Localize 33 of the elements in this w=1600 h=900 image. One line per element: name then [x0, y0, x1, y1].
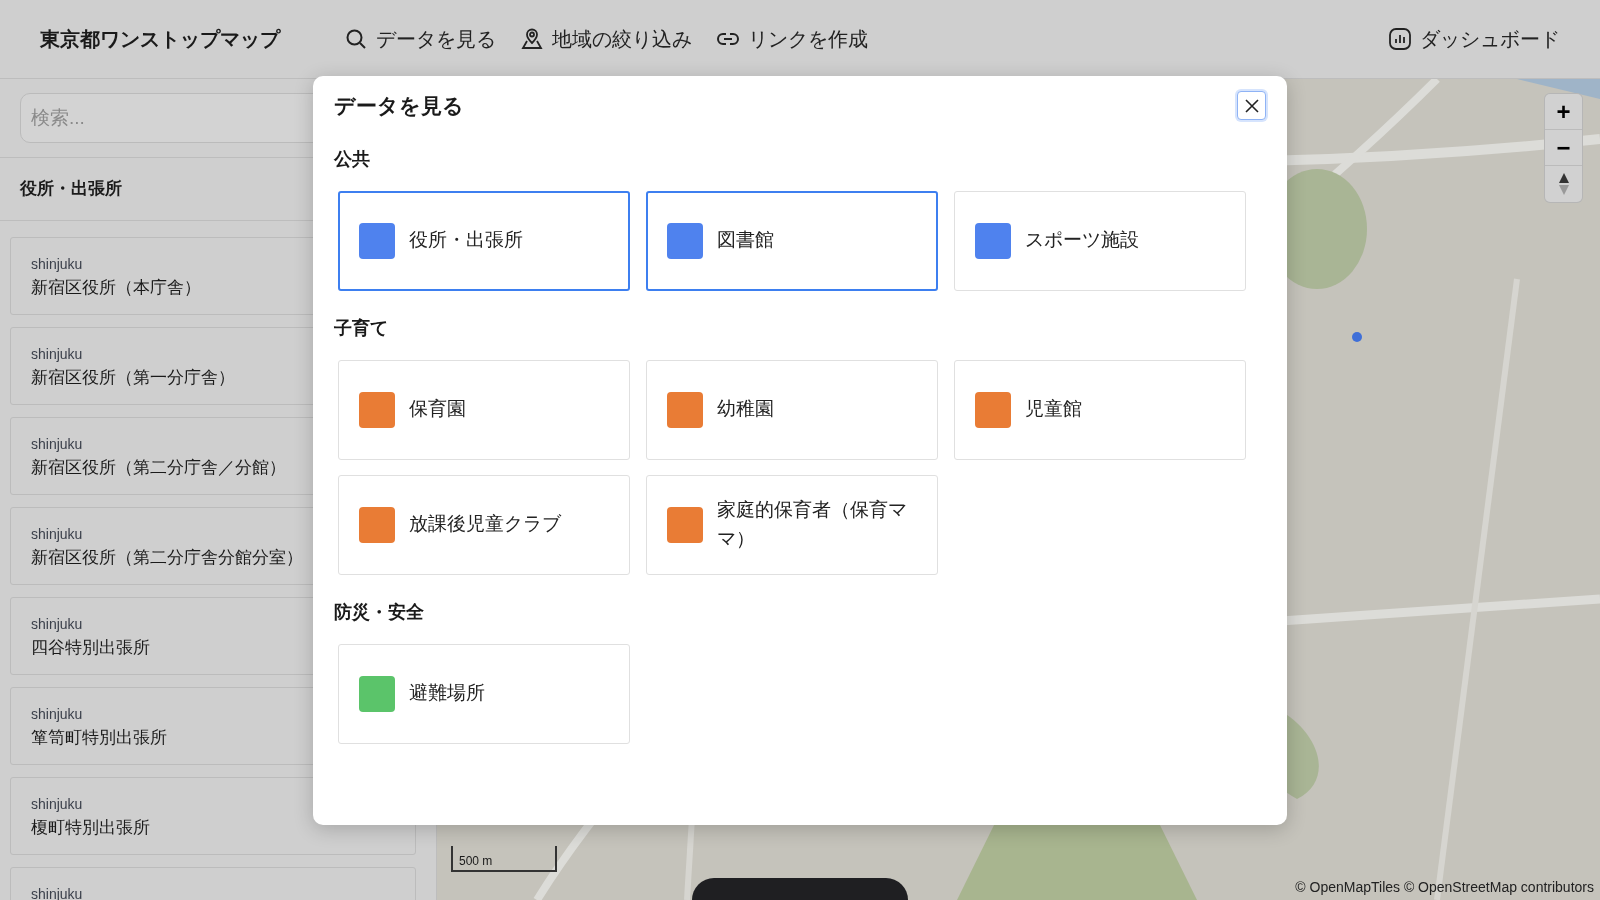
category-tile[interactable]: 児童館 — [954, 359, 1246, 460]
item-name: 新宿区役所（第二分庁舎分館分室） — [31, 546, 304, 569]
modal-title: データを見る — [334, 93, 464, 119]
app-title: 東京都ワンストップマップ — [40, 27, 280, 52]
item-name: 新宿区役所（第一分庁舎） — [31, 366, 236, 389]
item-name: 新宿区役所（本庁舎） — [31, 276, 202, 299]
zoom-button[interactable]: − — [1545, 130, 1582, 166]
item-name: 榎町特別出張所 — [31, 816, 151, 839]
scale-bar: 500 m — [451, 846, 557, 872]
item-name: 新宿区役所（第二分庁舎／分館） — [31, 456, 287, 479]
category-tile[interactable]: 家庭的保育者（保育ママ） — [646, 474, 938, 575]
map-pin-icon — [520, 27, 544, 51]
category-tile[interactable]: 図書館 — [646, 190, 938, 291]
category-tile[interactable]: 幼稚園 — [646, 359, 938, 460]
nav-link[interactable]: 地域の絞り込み — [520, 24, 692, 54]
close-icon — [1244, 98, 1259, 113]
zoom-button[interactable]: + — [1545, 94, 1582, 130]
map-attribution: © OpenMapTiles © OpenStreetMap contributors — [1295, 878, 1594, 897]
item-area: shinjuku — [31, 793, 395, 815]
category-tile[interactable]: 役所・出張所 — [338, 190, 630, 291]
category-tile[interactable]: スポーツ施設 — [954, 190, 1246, 291]
nav-link[interactable]: リンクを作成 — [716, 24, 868, 54]
category-tile[interactable]: 保育園 — [338, 359, 630, 460]
item-name: 四谷特別出張所 — [31, 636, 151, 659]
chart-icon — [1388, 27, 1412, 51]
dashboard-link[interactable]: ダッシュボード — [1388, 24, 1560, 54]
close-button[interactable] — [1237, 91, 1266, 121]
item-name: 箪笥町特別出張所 — [31, 726, 168, 749]
category-tile[interactable]: 放課後児童クラブ — [338, 474, 630, 575]
search-icon — [344, 27, 368, 51]
nav-link[interactable]: データを見る — [344, 24, 496, 54]
compass-icon — [1557, 172, 1570, 196]
category-tile[interactable]: 避難場所 — [338, 643, 630, 744]
